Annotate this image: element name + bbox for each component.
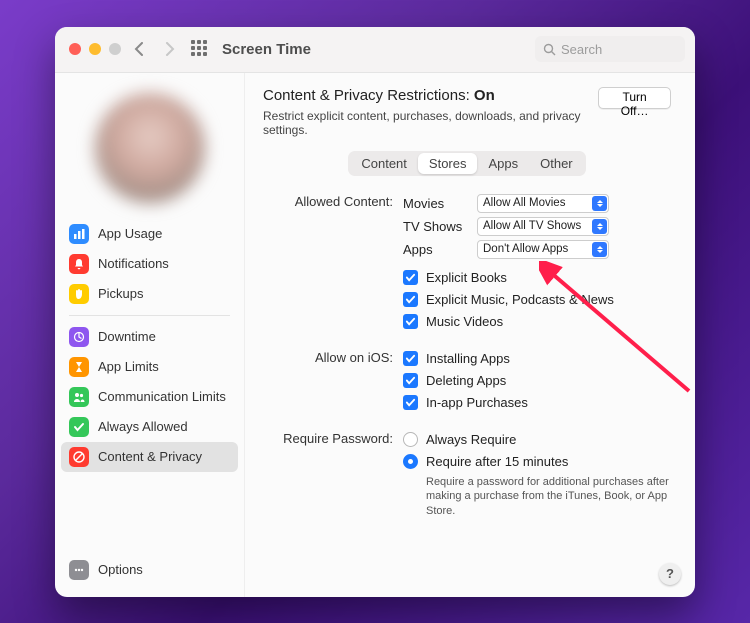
sidebar-item-notifications[interactable]: Notifications [61, 249, 238, 279]
tab-content[interactable]: Content [350, 153, 418, 174]
radio-require-15[interactable] [403, 454, 418, 469]
sidebar-item-content-privacy[interactable]: Content & Privacy [61, 442, 238, 472]
chevron-updown-icon [592, 219, 607, 234]
sidebar-item-label: Pickups [98, 286, 144, 301]
radio-always-require[interactable] [403, 432, 418, 447]
checkbox-label: Deleting Apps [426, 373, 506, 388]
checkbox-label: In-app Purchases [426, 395, 528, 410]
sidebar-item-always-allowed[interactable]: Always Allowed [61, 412, 238, 442]
close-icon[interactable] [69, 43, 81, 55]
sidebar-item-pickups[interactable]: Pickups [61, 279, 238, 309]
checkbox-label: Installing Apps [426, 351, 510, 366]
search-icon [543, 43, 556, 56]
sidebar-item-label: Downtime [98, 329, 156, 344]
chevron-right-icon [164, 42, 176, 56]
forward-button[interactable] [159, 38, 181, 60]
sidebar: App Usage Notifications Pickups Downti [55, 73, 245, 597]
page-title: Content & Privacy Restrictions: On [263, 87, 598, 104]
turn-off-button[interactable]: Turn Off… [598, 87, 671, 109]
bell-icon [69, 254, 89, 274]
sidebar-item-label: Options [98, 562, 143, 577]
window-title: Screen Time [222, 41, 311, 58]
row-label-apps: Apps [403, 242, 469, 257]
back-button[interactable] [129, 38, 151, 60]
radio-label: Always Require [426, 432, 516, 447]
checkbox-explicit-books[interactable] [403, 270, 418, 285]
select-apps[interactable]: Don't Allow Apps [477, 240, 609, 259]
search-input[interactable]: Search [535, 36, 685, 62]
checkbox-music-videos[interactable] [403, 314, 418, 329]
sidebar-item-options[interactable]: Options [61, 555, 238, 585]
zoom-icon [109, 43, 121, 55]
select-tvshows[interactable]: Allow All TV Shows [477, 217, 609, 236]
sidebar-item-label: Always Allowed [98, 419, 188, 434]
sidebar-item-communication-limits[interactable]: Communication Limits [61, 382, 238, 412]
prefs-window: Screen Time Search App Usage Notificatio… [55, 27, 695, 597]
sidebar-item-label: Notifications [98, 256, 169, 271]
grid-icon [191, 40, 209, 58]
checkbox-label: Explicit Music, Podcasts & News [426, 292, 614, 307]
select-movies[interactable]: Allow All Movies [477, 194, 609, 213]
radio-label: Require after 15 minutes [426, 454, 568, 469]
checkbox-deleting-apps[interactable] [403, 373, 418, 388]
no-entry-icon [69, 447, 89, 467]
checkbox-installing-apps[interactable] [403, 351, 418, 366]
sidebar-item-downtime[interactable]: Downtime [61, 322, 238, 352]
minimize-icon[interactable] [89, 43, 101, 55]
sidebar-item-app-usage[interactable]: App Usage [61, 219, 238, 249]
sidebar-divider [69, 315, 230, 316]
page-subtitle: Restrict explicit content, purchases, do… [263, 109, 598, 137]
search-placeholder: Search [561, 42, 602, 57]
row-label-tvshows: TV Shows [403, 219, 469, 234]
sidebar-item-label: App Limits [98, 359, 159, 374]
ellipsis-icon [69, 560, 89, 580]
tab-stores[interactable]: Stores [418, 153, 478, 174]
hourglass-icon [69, 357, 89, 377]
section-label-require-password: Require Password: [263, 429, 403, 520]
show-all-button[interactable] [189, 38, 211, 60]
password-help-text: Require a password for additional purcha… [403, 475, 671, 520]
tab-other[interactable]: Other [529, 153, 584, 174]
checkbox-label: Explicit Books [426, 270, 507, 285]
avatar[interactable] [95, 93, 205, 203]
checkbox-explicit-music[interactable] [403, 292, 418, 307]
section-label-allow-ios: Allow on iOS: [263, 348, 403, 414]
bar-chart-icon [69, 224, 89, 244]
check-icon [69, 417, 89, 437]
people-icon [69, 387, 89, 407]
sidebar-item-label: Content & Privacy [98, 449, 202, 464]
checkbox-inapp-purchases[interactable] [403, 395, 418, 410]
traffic-lights [65, 43, 121, 55]
sidebar-item-label: App Usage [98, 226, 162, 241]
hand-icon [69, 284, 89, 304]
segmented-tabs: Content Stores Apps Other [348, 151, 585, 176]
chevron-updown-icon [592, 242, 607, 257]
section-label-allowed-content: Allowed Content: [263, 192, 403, 333]
chevron-updown-icon [592, 196, 607, 211]
sidebar-item-label: Communication Limits [98, 389, 226, 404]
chevron-left-icon [134, 42, 146, 56]
moon-icon [69, 327, 89, 347]
sidebar-item-app-limits[interactable]: App Limits [61, 352, 238, 382]
row-label-movies: Movies [403, 196, 469, 211]
checkbox-label: Music Videos [426, 314, 503, 329]
content-pane: Content & Privacy Restrictions: On Restr… [245, 73, 695, 597]
tab-apps[interactable]: Apps [477, 153, 529, 174]
titlebar: Screen Time Search [55, 27, 695, 73]
help-button[interactable]: ? [659, 563, 681, 585]
